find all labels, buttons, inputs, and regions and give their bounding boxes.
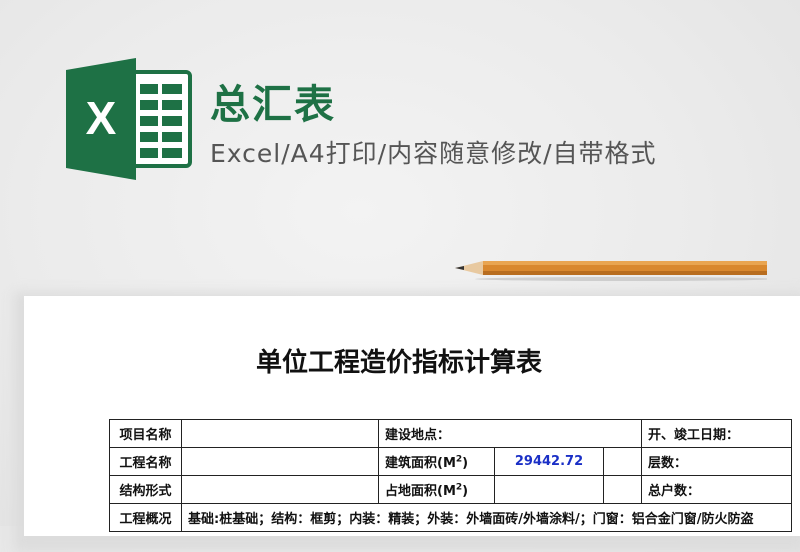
- cell-label: 建筑面积(M2): [378, 447, 495, 476]
- cell-value: [603, 447, 642, 476]
- table-row: 工程概况 基础:桩基础；结构：框剪；内装：精装；外装：外墙面砖/外墙涂料/；门窗…: [109, 503, 792, 532]
- cell-label: 工程概况: [109, 503, 182, 532]
- table-row: 结构形式 占地面积(M2) 总户数：: [109, 475, 792, 504]
- cell-label: 开、竣工日期：: [641, 419, 792, 448]
- cell-value: [181, 447, 379, 476]
- logo-letter: X: [86, 92, 117, 144]
- excel-logo-icon: X: [66, 58, 192, 180]
- building-area-value: 29442.72: [494, 447, 604, 476]
- cell-value: 基础:桩基础；结构：框剪；内装：精装；外装：外墙面砖/外墙涂料/；门窗：铝合金门…: [181, 503, 792, 532]
- cell-label: 项目名称: [109, 419, 182, 448]
- cell-value: [181, 419, 379, 448]
- cell-value: [603, 475, 642, 504]
- cell-value: [181, 475, 379, 504]
- page-title: 总汇表: [210, 82, 336, 128]
- table-row: 工程名称 建筑面积(M2) 29442.72 层数：: [109, 447, 792, 476]
- cell-label: 层数：: [641, 447, 792, 476]
- sheet-title: 单位工程造价指标计算表: [255, 348, 542, 378]
- cell-value: [494, 475, 604, 504]
- cell-label: 总户数：: [641, 475, 792, 504]
- pencil-icon: [455, 261, 767, 281]
- cell-label: 工程名称: [109, 447, 182, 476]
- table-row: 项目名称 建设地点： 开、竣工日期：: [109, 419, 792, 448]
- cost-index-table: 项目名称 建设地点： 开、竣工日期： 工程名称 建筑面积(M2) 29442.7…: [109, 419, 792, 532]
- cell-label: 建设地点：: [378, 419, 642, 448]
- spreadsheet-preview: 单位工程造价指标计算表 项目名称 建设地点： 开、竣工日期： 工程名称 建筑面积…: [24, 296, 800, 536]
- cell-label: 结构形式: [109, 475, 182, 504]
- cell-label: 占地面积(M2): [378, 475, 495, 504]
- page-subtitle: Excel/A4打印/内容随意修改/自带格式: [210, 139, 657, 168]
